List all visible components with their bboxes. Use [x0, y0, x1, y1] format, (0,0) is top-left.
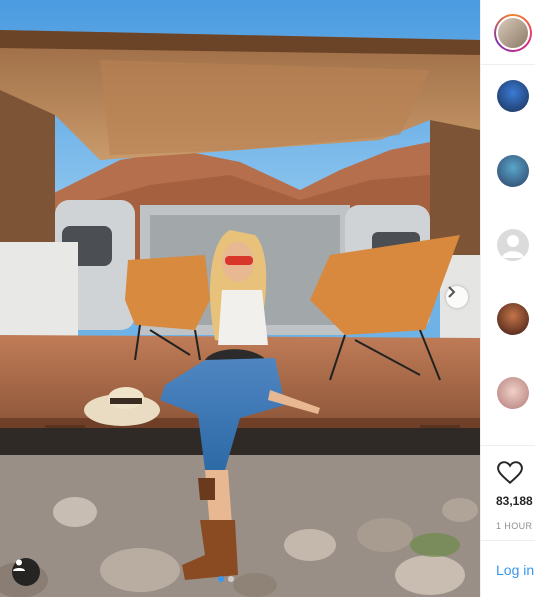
carousel-dot — [228, 576, 234, 582]
comment-avatar[interactable] — [497, 155, 529, 187]
user-tag-icon — [13, 559, 25, 571]
comment-avatar[interactable] — [497, 303, 529, 335]
divider — [481, 445, 535, 446]
comment-avatar-placeholder[interactable] — [497, 229, 529, 261]
post-photo[interactable] — [0, 0, 480, 597]
login-link[interactable]: Log in — [496, 562, 534, 578]
comment-avatar[interactable] — [497, 377, 529, 409]
likes-count[interactable]: 83,188 — [496, 494, 533, 508]
chevron-right-icon — [448, 286, 456, 298]
user-tags-button[interactable] — [12, 558, 40, 586]
profile-avatar-image — [496, 16, 530, 50]
photo-scene — [0, 0, 480, 597]
default-user-icon — [502, 235, 524, 258]
comment-avatar[interactable] — [497, 80, 529, 112]
carousel-indicator — [218, 576, 234, 582]
heart-icon[interactable] — [497, 461, 523, 485]
post-timestamp[interactable]: 1 HOUR — [496, 521, 532, 531]
profile-avatar[interactable] — [494, 14, 532, 52]
carousel-dot-active — [218, 576, 224, 582]
divider — [481, 540, 535, 541]
next-photo-button[interactable] — [446, 286, 468, 308]
divider — [481, 64, 535, 65]
